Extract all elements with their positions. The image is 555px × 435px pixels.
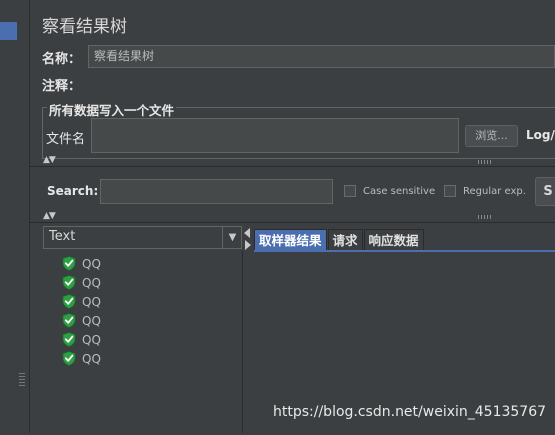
tree-item-label: QQ (82, 313, 101, 328)
chevron-down-icon[interactable]: ▼ (222, 226, 242, 249)
filename-label: 文件名 (46, 132, 86, 147)
tree-item[interactable]: QQ (43, 273, 242, 292)
vertical-split-handle[interactable] (243, 226, 252, 433)
collapse-arrows-icon[interactable]: ▲▼ (43, 211, 56, 221)
comment-field[interactable] (86, 74, 555, 92)
name-field[interactable]: 察看结果树 (88, 45, 555, 68)
tree-item-label: QQ (82, 256, 101, 271)
tree-item-label: QQ (82, 294, 101, 309)
splitter-grip-icon[interactable] (19, 372, 25, 386)
regular-exp-label: Regular exp. (463, 186, 526, 197)
tree-item[interactable]: QQ (43, 292, 242, 311)
tree-item-label: QQ (82, 332, 101, 347)
success-shield-icon (62, 332, 76, 347)
left-tree-panel (0, 0, 18, 433)
case-sensitive-label: Case sensitive (363, 186, 436, 197)
tree-item-label: QQ (82, 351, 101, 366)
file-group-title: 所有数据写入一个文件 (47, 100, 177, 119)
name-label: 名称： (42, 52, 82, 67)
renderer-select-value: Text (49, 229, 76, 244)
comment-label: 注释： (42, 79, 82, 94)
search-label: Search: (47, 184, 99, 198)
tree-item[interactable]: QQ (43, 349, 242, 368)
success-shield-icon (62, 313, 76, 328)
search-button[interactable]: S (535, 177, 555, 206)
tree-item[interactable]: QQ (43, 311, 242, 330)
divider (30, 222, 555, 223)
browse-button[interactable]: 浏览... (465, 125, 518, 147)
left-tree-selected-item[interactable] (0, 22, 17, 40)
tab-response-data[interactable]: 响应数据 (363, 229, 424, 252)
result-tabs: 取样器结果 请求 响应数据 (254, 229, 425, 252)
log-label: Log/D (526, 128, 555, 142)
tab-sampler-result[interactable]: 取样器结果 (254, 229, 327, 252)
case-sensitive-checkbox[interactable] (344, 185, 356, 197)
tree-item[interactable]: QQ (43, 254, 242, 273)
watermark: https://blog.csdn.net/weixin_45135767 (273, 404, 547, 420)
collapse-arrows-icon[interactable]: ▲▼ (43, 155, 56, 165)
success-shield-icon (62, 256, 76, 271)
tree-item[interactable]: QQ (43, 330, 242, 349)
main-splitter[interactable] (17, 0, 30, 433)
regular-exp-checkbox[interactable] (444, 185, 456, 197)
split-arrows-icon[interactable] (243, 226, 252, 256)
success-shield-icon (62, 351, 76, 366)
tab-request[interactable]: 请求 (327, 229, 363, 252)
filename-field[interactable] (91, 118, 459, 153)
divider-grip-icon[interactable] (478, 215, 492, 219)
panel-title: 察看结果树 (42, 17, 127, 37)
divider (30, 166, 555, 167)
tree-item-label: QQ (82, 275, 101, 290)
results-tree: QQ QQ QQ QQ QQ QQ (43, 251, 243, 433)
search-input[interactable] (100, 179, 333, 204)
success-shield-icon (62, 275, 76, 290)
success-shield-icon (62, 294, 76, 309)
divider-grip-icon[interactable] (478, 160, 492, 164)
